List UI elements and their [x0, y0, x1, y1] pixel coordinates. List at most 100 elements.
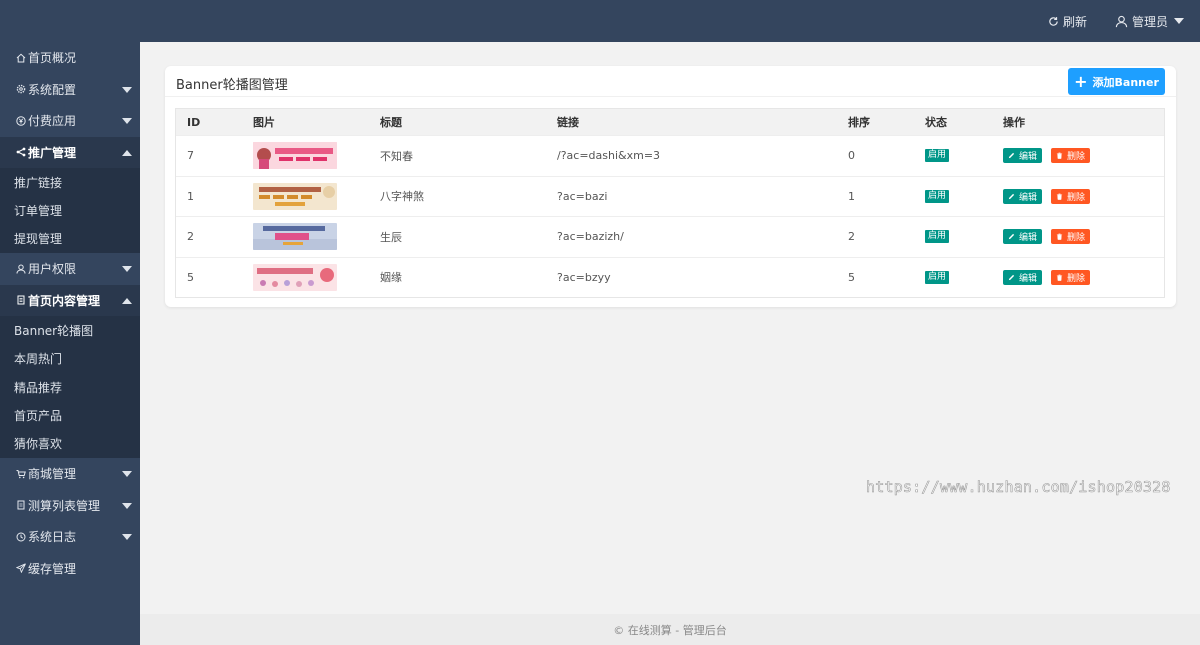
user-icon	[1115, 15, 1128, 27]
pencil-icon	[1008, 193, 1015, 199]
row-link: ?ac=bazi	[557, 189, 608, 203]
clock-icon	[14, 532, 27, 542]
card-header: Banner轮播图管理 + 添加Banner	[165, 66, 1176, 97]
row-actions: 编辑 删除	[1003, 177, 1163, 217]
sidebar-item-label: Banner轮播图	[14, 323, 94, 338]
gear-icon	[14, 84, 27, 94]
row-image	[253, 177, 380, 217]
row-status: 启用	[925, 136, 1003, 176]
chevron-down-icon	[122, 86, 132, 93]
sidebar-item-recommendations[interactable]: 猜你喜欢	[0, 430, 140, 458]
status-badge: 启用	[925, 230, 950, 244]
list-icon	[14, 500, 27, 510]
sidebar-item-paid-apps[interactable]: 付费应用	[0, 105, 140, 137]
banner-management-card: Banner轮播图管理 + 添加Banner ID 图片 标题 链接 排序 状态…	[165, 66, 1176, 307]
row-status: 启用	[925, 217, 1003, 257]
file-icon	[14, 295, 27, 305]
banner-thumbnail	[253, 263, 337, 291]
row-title: 生辰	[380, 230, 402, 244]
row-image	[253, 258, 380, 298]
row-sort: 2	[848, 230, 855, 244]
add-banner-button[interactable]: + 添加Banner	[1068, 68, 1165, 95]
row-link: ?ac=bzyy	[557, 270, 611, 284]
edit-button[interactable]: 编辑	[1003, 148, 1043, 164]
home-content-submenu: Banner轮播图 本周热门 精品推荐 首页产品 猜你喜欢	[0, 316, 140, 459]
sidebar-item-orders[interactable]: 订单管理	[0, 196, 140, 224]
sidebar-item-label: 商城管理	[28, 467, 77, 482]
delete-label: 删除	[1067, 192, 1086, 203]
row-sort: 5	[848, 270, 855, 284]
sidebar-item-label: 测算列表管理	[28, 498, 101, 513]
delete-button[interactable]: 删除	[1051, 229, 1091, 245]
sidebar: 首页概况 系统配置 付费应用 推广管理 推广链接 订单管理 提现管理 用户权限 …	[0, 42, 140, 645]
column-header-title: 标题	[380, 116, 402, 129]
sidebar-item-calc-list[interactable]: 测算列表管理	[0, 490, 140, 522]
status-badge: 启用	[925, 189, 950, 203]
row-id: 5	[187, 270, 194, 284]
sidebar-item-weekly-hot[interactable]: 本周热门	[0, 345, 140, 373]
row-status: 启用	[925, 177, 1003, 217]
sidebar-item-promotion[interactable]: 推广管理	[0, 136, 140, 168]
sidebar-item-label: 付费应用	[28, 114, 77, 129]
row-title: 姻缘	[380, 271, 402, 285]
sidebar-item-user-permissions[interactable]: 用户权限	[0, 253, 140, 285]
row-id: 1	[187, 189, 194, 203]
sidebar-item-system-log[interactable]: 系统日志	[0, 521, 140, 553]
trash-icon	[1056, 233, 1063, 241]
top-bar: 刷新 管理员	[0, 0, 1200, 42]
sidebar-item-cache[interactable]: 缓存管理	[0, 553, 140, 585]
table-header: ID 图片 标题 链接 排序 状态 操作	[176, 109, 1164, 135]
edit-label: 编辑	[1019, 273, 1038, 284]
trash-icon	[1056, 274, 1063, 281]
sidebar-item-label: 缓存管理	[28, 561, 77, 576]
sidebar-item-system-config[interactable]: 系统配置	[0, 74, 140, 106]
promotion-submenu: 推广链接 订单管理 提现管理	[0, 168, 140, 254]
row-sort: 0	[848, 149, 855, 163]
edit-label: 编辑	[1019, 192, 1038, 203]
chevron-down-icon	[122, 502, 132, 509]
sidebar-item-promotion-links[interactable]: 推广链接	[0, 168, 140, 196]
sidebar-item-label: 系统日志	[28, 530, 77, 545]
sidebar-item-label: 本周热门	[14, 352, 63, 367]
chevron-down-icon	[122, 266, 132, 273]
column-header-image: 图片	[253, 116, 275, 129]
user-menu[interactable]: 管理员	[1115, 13, 1184, 30]
refresh-icon	[1049, 16, 1058, 26]
edit-button[interactable]: 编辑	[1003, 188, 1043, 204]
delete-button[interactable]: 删除	[1051, 269, 1091, 285]
edit-button[interactable]: 编辑	[1003, 229, 1043, 245]
page-title: Banner轮播图管理	[176, 78, 288, 93]
sidebar-item-withdrawals[interactable]: 提现管理	[0, 225, 140, 253]
sidebar-item-home-products[interactable]: 首页产品	[0, 401, 140, 429]
sidebar-item-shop[interactable]: 商城管理	[0, 458, 140, 490]
edit-button[interactable]: 编辑	[1003, 269, 1043, 285]
sidebar-item-label: 订单管理	[14, 204, 63, 219]
footer: © 在线测算 - 管理后台	[140, 614, 1200, 645]
delete-label: 删除	[1067, 233, 1086, 244]
delete-button[interactable]: 删除	[1051, 188, 1091, 204]
row-actions: 编辑 删除	[1003, 136, 1163, 176]
watermark-text: https://www.huzhan.com/ishop20328	[866, 478, 1171, 497]
sidebar-item-label: 猜你喜欢	[14, 437, 63, 452]
sidebar-item-home[interactable]: 首页概况	[0, 42, 140, 74]
sidebar-item-featured[interactable]: 精品推荐	[0, 373, 140, 401]
home-icon	[14, 53, 27, 63]
sidebar-item-banner[interactable]: Banner轮播图	[0, 316, 140, 344]
table-row: 7 不知春 /?ac=dashi&xm=3 0 启用 编辑 删除	[176, 135, 1164, 176]
chevron-down-icon	[1174, 18, 1184, 24]
delete-label: 删除	[1067, 273, 1086, 284]
footer-text: © 在线测算 - 管理后台	[613, 623, 727, 637]
sidebar-item-label: 系统配置	[28, 82, 77, 97]
pencil-icon	[1008, 153, 1015, 159]
chevron-down-icon	[122, 471, 132, 478]
row-link: /?ac=dashi&xm=3	[557, 149, 661, 163]
sidebar-item-home-content[interactable]: 首页内容管理	[0, 284, 140, 317]
row-actions: 编辑 删除	[1003, 258, 1163, 298]
add-banner-label: 添加Banner	[1092, 75, 1159, 89]
row-status: 启用	[925, 258, 1003, 298]
refresh-button[interactable]: 刷新	[1048, 13, 1087, 30]
user-icon	[14, 264, 27, 274]
delete-button[interactable]: 删除	[1051, 148, 1091, 164]
sidebar-item-label: 首页产品	[14, 409, 63, 424]
column-header-actions: 操作	[1003, 116, 1025, 129]
